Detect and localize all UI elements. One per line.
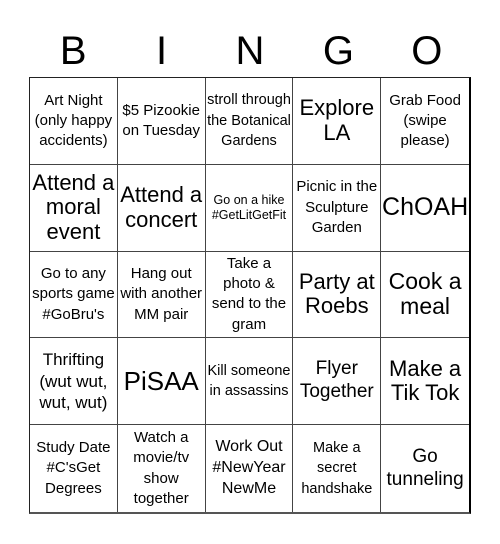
- bingo-cell[interactable]: Grab Food (swipe please): [381, 78, 469, 165]
- bingo-cell[interactable]: Cook a meal: [381, 252, 469, 339]
- bingo-cell[interactable]: Party at Roebs: [293, 251, 382, 339]
- bingo-cell[interactable]: Attend a concert: [117, 164, 206, 252]
- header-letter-i: I: [156, 29, 168, 73]
- bingo-cell[interactable]: Kill someone in assassins: [205, 338, 294, 426]
- bingo-cell[interactable]: Go tunneling: [381, 425, 469, 512]
- bingo-cell[interactable]: Art Night (only happy accidents): [30, 78, 118, 165]
- bingo-cell[interactable]: Picnic in the Sculpture Garden: [293, 164, 382, 252]
- bingo-cell[interactable]: Make a Tik Tok: [381, 338, 469, 426]
- bingo-cell[interactable]: Watch a movie/tv show together: [118, 425, 206, 512]
- bingo-cell[interactable]: PiSAA: [117, 338, 206, 426]
- bingo-cell[interactable]: Flyer Together: [293, 338, 382, 426]
- bingo-cell[interactable]: Thrifting (wut wut, wut, wut): [30, 338, 118, 426]
- header-letter-n: N: [235, 29, 265, 73]
- bingo-cell[interactable]: ChOAH: [381, 165, 469, 252]
- bingo-cell[interactable]: Explore LA: [293, 78, 382, 165]
- bingo-cell[interactable]: stroll through the Botanical Gardens: [205, 78, 294, 165]
- bingo-cell[interactable]: $5 Pizookie on Tuesday: [117, 78, 206, 165]
- bingo-cell[interactable]: Work Out #NewYear NewMe: [206, 425, 294, 512]
- bingo-cell[interactable]: Go to any sports game #GoBru's: [30, 251, 118, 339]
- bingo-cell[interactable]: Go on a hike #GetLitGetFit: [205, 164, 294, 252]
- header-letter-b: B: [59, 29, 87, 73]
- bingo-card-grid: Art Night (only happy accidents) $5 Pizo…: [29, 77, 471, 514]
- bingo-cell[interactable]: Attend a moral event: [30, 164, 118, 252]
- bingo-cell[interactable]: Study Date #C'sGet Degrees: [30, 425, 118, 512]
- bingo-header: B I N G O: [29, 28, 471, 74]
- bingo-cell[interactable]: Hang out with another MM pair: [117, 251, 206, 339]
- bingo-cell[interactable]: Make a secret handshake: [293, 425, 382, 512]
- bingo-cell[interactable]: Take a photo & send to the gram: [205, 251, 294, 339]
- header-letter-g: G: [322, 29, 354, 73]
- header-letter-o: O: [411, 29, 443, 73]
